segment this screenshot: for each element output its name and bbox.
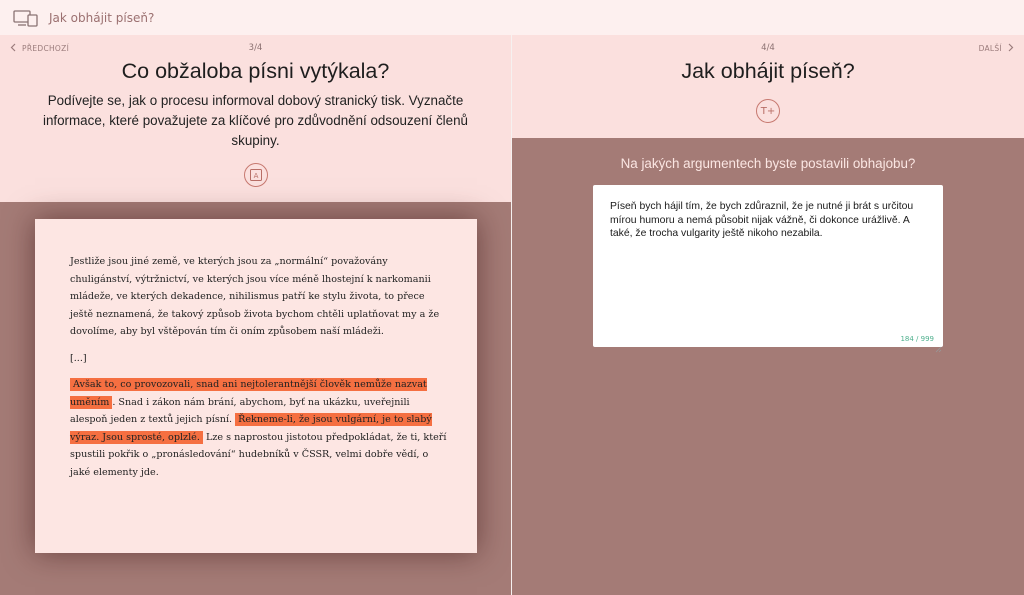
document-ellipsis: [...] (70, 352, 87, 364)
resize-handle-icon[interactable] (934, 338, 942, 353)
text-add-icon[interactable]: T+ (756, 99, 780, 123)
document-paragraph: Avšak to, co provozovali, snad ani nejto… (70, 376, 450, 481)
answer-textarea[interactable]: Píseň bych hájil tím, že bych zdůraznil,… (593, 185, 943, 353)
step-counter: 4/4 (761, 43, 775, 53)
step-header: PŘEDCHOZÍ 3/4 Co obžaloba písni vytýkala… (0, 35, 511, 202)
step-title: Co obžaloba písni vytýkala? (121, 59, 390, 83)
answer-text: Píseň bych hájil tím, že bych zdůraznil,… (610, 201, 914, 240)
chevron-right-icon (1008, 43, 1014, 54)
next-label: DALŠÍ (978, 44, 1002, 53)
step-panel-4: 4/4 DALŠÍ Jak obhájit píseň? T+ Na jakýc… (512, 35, 1024, 595)
document-paragraph: Jestliže jsou jiné země, ve kterých jsou… (70, 256, 440, 337)
top-bar: Jak obhájit píseň? (0, 0, 1024, 35)
step-header: 4/4 DALŠÍ Jak obhájit píseň? T+ (512, 35, 1024, 138)
next-button[interactable]: DALŠÍ (979, 43, 1014, 54)
svg-text:A: A (254, 172, 259, 180)
devices-icon[interactable] (13, 9, 39, 27)
page-title: Jak obhájit píseň? (49, 10, 155, 25)
step-counter: 3/4 (248, 43, 263, 53)
question-label: Na jakých argumentech byste postavili ob… (620, 156, 916, 171)
step-title: Jak obhájit píseň? (681, 59, 855, 83)
step-description: Podívejte se, jak o procesu informoval d… (42, 93, 469, 148)
source-document: Jestliže jsou jiné země, ve kterých jsou… (35, 219, 477, 553)
document-text[interactable]: Jestliže jsou jiné země, ve kterých jsou… (70, 253, 450, 490)
character-counter: 184 / 999 (900, 335, 934, 343)
highlighter-icon[interactable]: A (244, 163, 268, 187)
step-body: Na jakých argumentech byste postavili ob… (512, 138, 1024, 595)
